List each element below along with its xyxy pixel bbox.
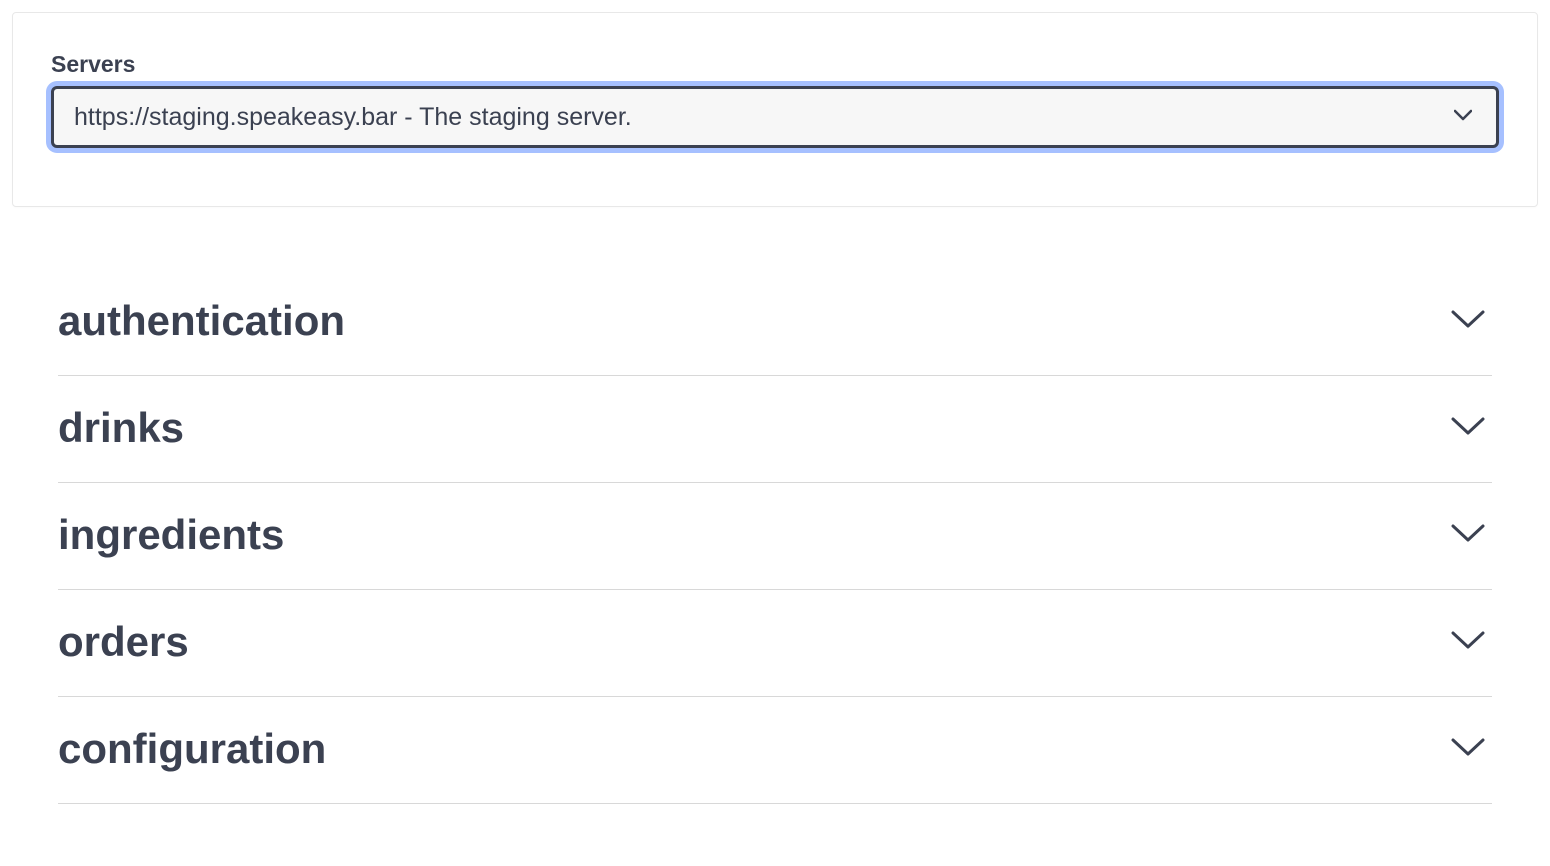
chevron-down-icon bbox=[1450, 415, 1486, 442]
sections-list: authentication drinks ingredients orders… bbox=[0, 269, 1550, 804]
section-configuration[interactable]: configuration bbox=[58, 697, 1492, 804]
section-ingredients[interactable]: ingredients bbox=[58, 483, 1492, 590]
section-authentication[interactable]: authentication bbox=[58, 269, 1492, 376]
section-drinks[interactable]: drinks bbox=[58, 376, 1492, 483]
servers-panel: Servers https://staging.speakeasy.bar - … bbox=[12, 12, 1538, 207]
chevron-down-icon bbox=[1450, 522, 1486, 549]
server-select[interactable]: https://staging.speakeasy.bar - The stag… bbox=[54, 89, 1496, 145]
servers-label: Servers bbox=[51, 51, 1499, 78]
chevron-down-icon bbox=[1450, 736, 1486, 763]
server-select-wrap: https://staging.speakeasy.bar - The stag… bbox=[51, 86, 1499, 148]
section-title: configuration bbox=[58, 725, 326, 773]
section-orders[interactable]: orders bbox=[58, 590, 1492, 697]
section-title: ingredients bbox=[58, 511, 284, 559]
section-title: drinks bbox=[58, 404, 184, 452]
chevron-down-icon bbox=[1450, 308, 1486, 335]
section-title: orders bbox=[58, 618, 189, 666]
section-title: authentication bbox=[58, 297, 345, 345]
chevron-down-icon bbox=[1450, 629, 1486, 656]
